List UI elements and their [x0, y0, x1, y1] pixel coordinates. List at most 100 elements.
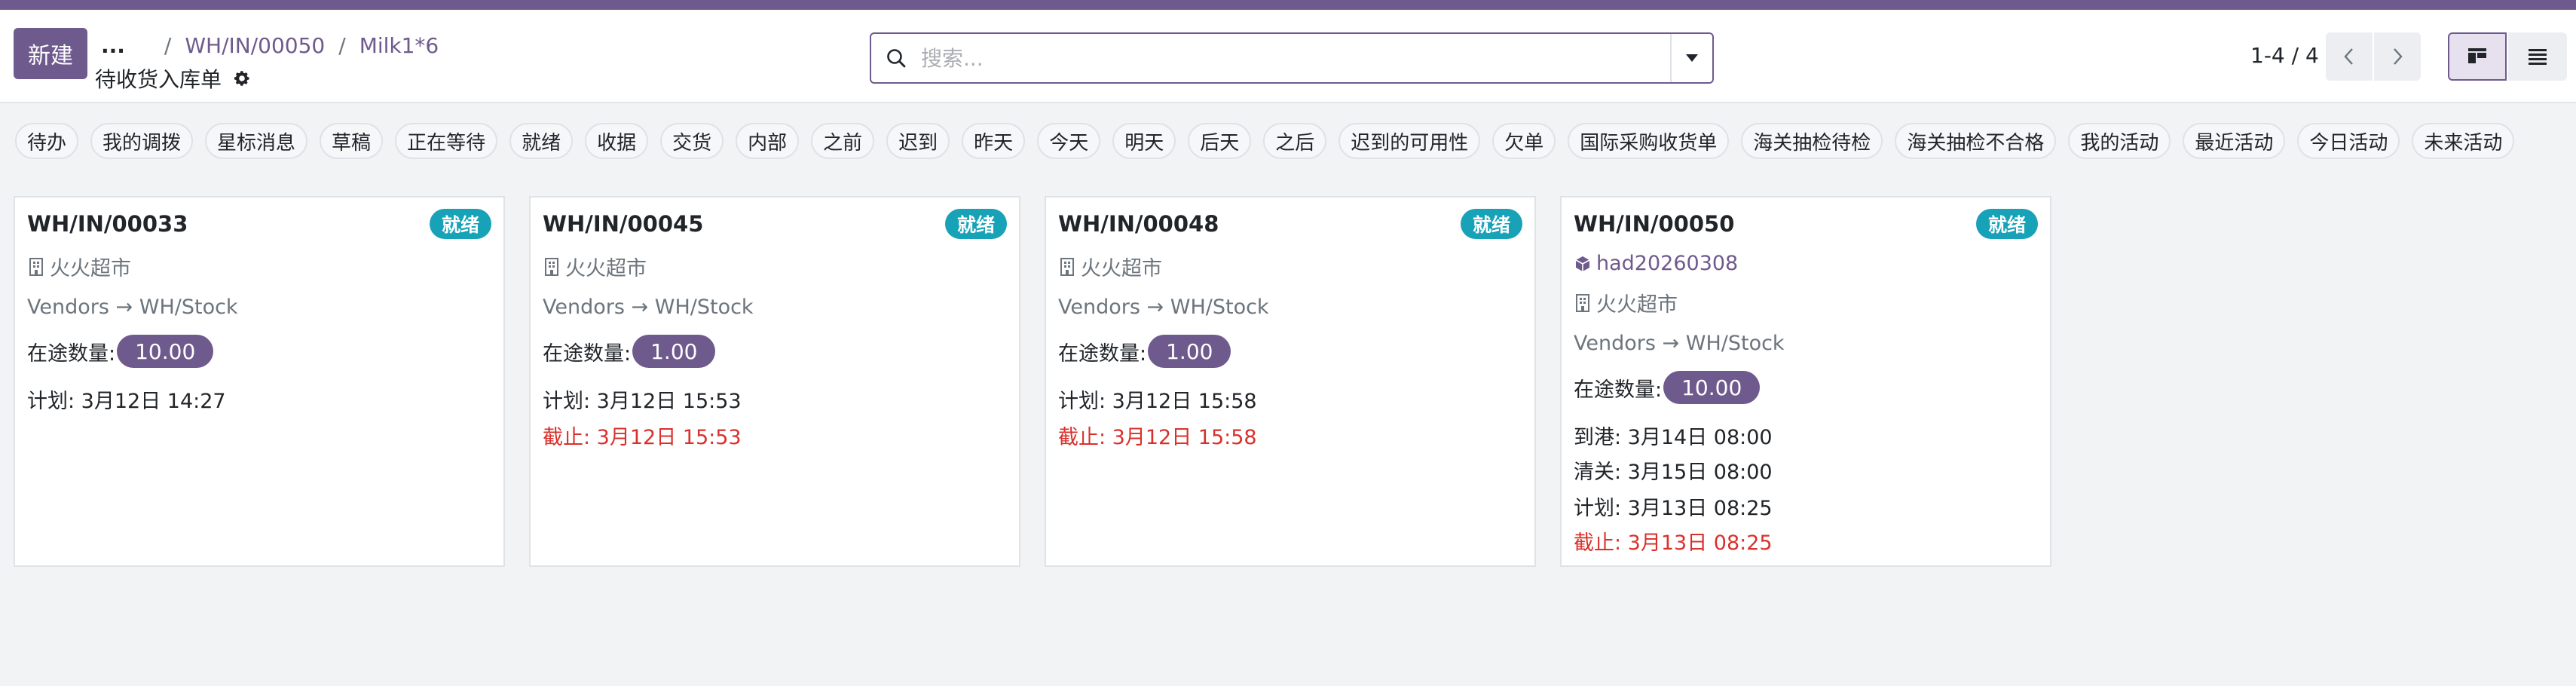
pager-previous-button[interactable]: [2326, 32, 2373, 81]
kanban-card[interactable]: WH/IN/00045 就绪 火火超市 Vendors → WH/Stock 在…: [529, 196, 1020, 567]
breadcrumb: ... / WH/IN/00050 / Milk1*6: [101, 31, 439, 60]
filter-chip[interactable]: 迟到的可用性: [1338, 123, 1481, 159]
pager-value[interactable]: 1-4 / 4: [2250, 43, 2319, 68]
route-line: Vendors → WH/Stock: [1058, 296, 1269, 319]
partner-name: 火火超市: [1596, 293, 1678, 317]
deadline-date: 截止: 3月12日 15:58: [1058, 421, 1257, 450]
filter-chip[interactable]: 之后: [1263, 123, 1327, 159]
breadcrumb-more-button[interactable]: ...: [101, 33, 125, 58]
qty-line: 在途数量: 10.00: [27, 335, 214, 368]
route-line: Vendors → WH/Stock: [543, 296, 754, 319]
qty-line: 在途数量: 1.00: [1058, 335, 1231, 368]
pager-next-button[interactable]: [2374, 32, 2421, 81]
partner-line: 火火超市: [1574, 288, 1678, 317]
partner-line: 火火超市: [543, 252, 647, 281]
qty-label: 在途数量:: [27, 341, 116, 366]
search-icon: [871, 34, 921, 82]
clearance-date: 清关: 3月15日 08:00: [1574, 455, 1773, 485]
kanban-card[interactable]: WH/IN/00050 就绪 had20260308 火火超市 Vendors …: [1560, 196, 2051, 567]
card-title: WH/IN/00048: [1058, 211, 1219, 237]
arrow-right-icon: →: [115, 296, 133, 319]
caret-down-icon: [1686, 54, 1698, 62]
breadcrumb-separator: /: [338, 32, 346, 58]
filter-chip[interactable]: 海关抽检不合格: [1895, 123, 2057, 159]
scheduled-text: 计划: 3月13日 08:25: [1574, 497, 1773, 520]
partner-line: 火火超市: [27, 252, 131, 281]
filter-chip[interactable]: 昨天: [962, 123, 1026, 159]
gear-icon[interactable]: [232, 69, 252, 88]
route-from: Vendors: [1574, 332, 1656, 355]
arrow-right-icon: →: [631, 296, 649, 319]
filter-chip[interactable]: 我的活动: [2068, 123, 2171, 159]
filter-chip[interactable]: 我的调拨: [90, 123, 194, 159]
new-button[interactable]: 新建: [14, 28, 87, 79]
filter-chip[interactable]: 就绪: [509, 123, 574, 159]
filter-chip[interactable]: 之前: [811, 123, 875, 159]
filter-chip[interactable]: 交货: [660, 123, 724, 159]
building-icon: [27, 256, 45, 278]
filter-chip[interactable]: 国际采购收货单: [1568, 123, 1730, 159]
page-title: 待收货入库单: [95, 67, 222, 92]
clearance-text: 清关: 3月15日 08:00: [1574, 461, 1773, 484]
status-badge: 就绪: [1975, 209, 2038, 239]
chevron-right-icon: [2394, 48, 2403, 65]
lot-number[interactable]: had20260308: [1596, 252, 1738, 275]
kanban-view-button[interactable]: [2448, 32, 2507, 81]
card-title: WH/IN/00050: [1574, 211, 1735, 237]
scheduled-date: 计划: 3月12日 15:58: [1058, 384, 1257, 414]
breadcrumb-item-picking[interactable]: WH/IN/00050: [185, 33, 325, 58]
filter-chip[interactable]: 最近活动: [2183, 123, 2286, 159]
scheduled-text: 计划: 3月12日 15:53: [543, 390, 742, 413]
filter-chip[interactable]: 草稿: [320, 123, 384, 159]
deadline-text: 截止: 3月12日 15:58: [1058, 426, 1257, 449]
search-input[interactable]: [921, 35, 1670, 81]
status-badge: 就绪: [944, 209, 1007, 239]
filter-chip[interactable]: 欠单: [1492, 123, 1556, 159]
filter-chip[interactable]: 今日活动: [2297, 123, 2400, 159]
search-bar: [870, 32, 1714, 84]
filter-chip[interactable]: 明天: [1112, 123, 1176, 159]
filter-chip[interactable]: 后天: [1188, 123, 1252, 159]
breadcrumb-item-product[interactable]: Milk1*6: [359, 33, 439, 58]
qty-label: 在途数量:: [1574, 378, 1663, 402]
filter-chip[interactable]: 收据: [585, 123, 649, 159]
list-icon: [2529, 49, 2547, 65]
filter-chip[interactable]: 正在等待: [395, 123, 498, 159]
deadline-date: 截止: 3月12日 15:53: [543, 421, 742, 450]
qty-value: 10.00: [117, 335, 214, 368]
route-to: WH/Stock: [1685, 332, 1785, 355]
filter-chip[interactable]: 迟到: [886, 123, 950, 159]
filter-chip[interactable]: 未来活动: [2412, 123, 2515, 159]
qty-line: 在途数量: 1.00: [543, 335, 716, 368]
building-icon: [1058, 256, 1076, 278]
partner-name: 火火超市: [565, 257, 647, 280]
partner-name: 火火超市: [50, 257, 131, 280]
qty-value: 1.00: [632, 335, 716, 368]
qty-line: 在途数量: 10.00: [1574, 371, 1761, 404]
building-icon: [543, 256, 561, 278]
search-options-toggle[interactable]: [1670, 34, 1712, 82]
status-badge: 就绪: [429, 209, 491, 239]
card-title: WH/IN/00045: [543, 211, 704, 237]
status-badge: 就绪: [1460, 209, 1522, 239]
filter-chip[interactable]: 内部: [736, 123, 800, 159]
qty-label: 在途数量:: [1058, 341, 1147, 366]
filter-chip[interactable]: 待办: [15, 123, 79, 159]
filter-chip[interactable]: 海关抽检待检: [1741, 123, 1883, 159]
partner-name: 火火超市: [1081, 257, 1162, 280]
qty-label: 在途数量:: [543, 341, 632, 366]
cube-icon: [1574, 253, 1592, 275]
filter-chip[interactable]: 今天: [1037, 123, 1101, 159]
deadline-date: 截止: 3月13日 08:25: [1574, 526, 1773, 556]
kanban-card[interactable]: WH/IN/00048 就绪 火火超市 Vendors → WH/Stock 在…: [1045, 196, 1536, 567]
card-title: WH/IN/00033: [27, 211, 188, 237]
scheduled-date: 计划: 3月12日 14:27: [27, 384, 226, 414]
qty-value: 10.00: [1663, 371, 1761, 404]
list-view-button[interactable]: [2508, 32, 2567, 81]
scheduled-date: 计划: 3月12日 15:53: [543, 384, 742, 414]
arrow-right-icon: →: [1662, 332, 1680, 355]
top-navbar: [0, 0, 2576, 10]
filter-chip[interactable]: 星标消息: [205, 123, 308, 159]
route-line: Vendors → WH/Stock: [27, 296, 238, 319]
kanban-card[interactable]: WH/IN/00033 就绪 火火超市 Vendors → WH/Stock 在…: [14, 196, 505, 567]
